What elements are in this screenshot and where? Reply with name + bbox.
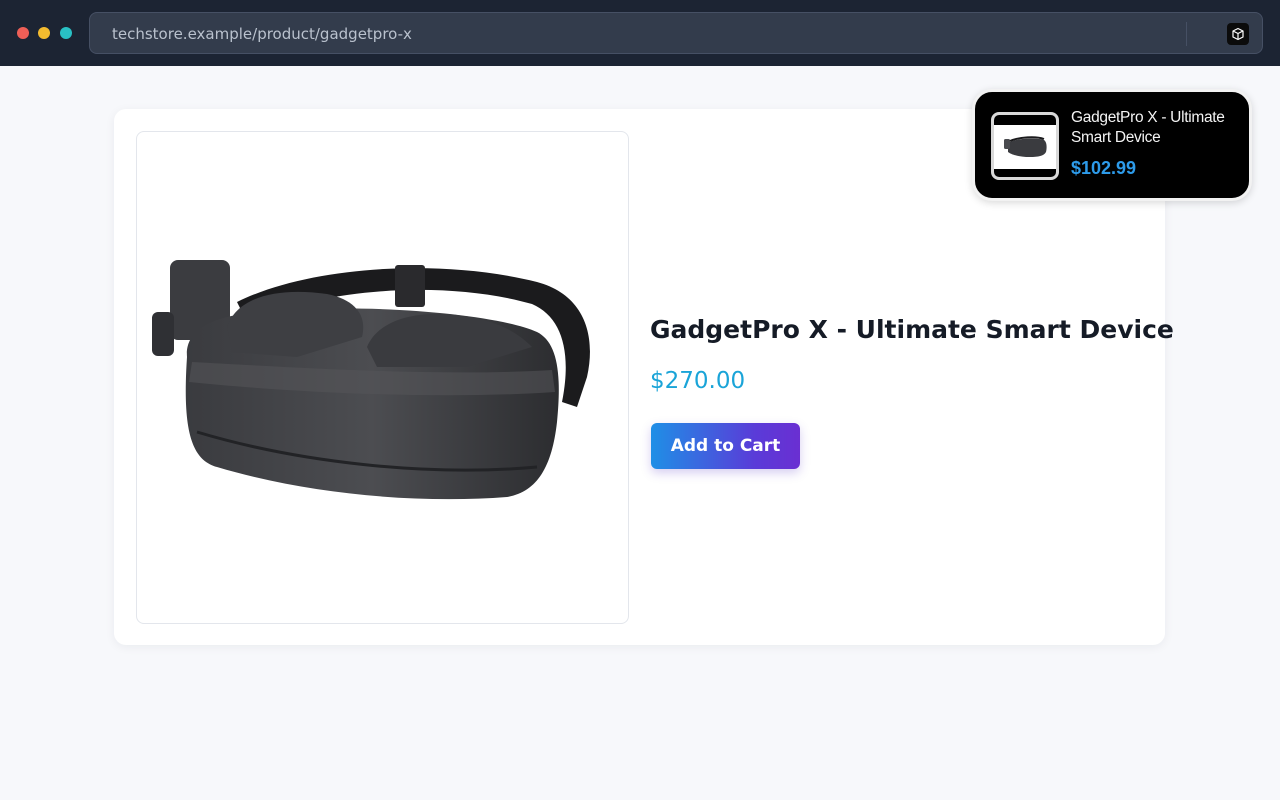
product-image (136, 131, 629, 624)
product-price: $270.00 (650, 368, 746, 394)
popup-product-title: GadgetPro X - Ultimate Smart Device (1071, 109, 1225, 146)
popup-product-thumbnail (991, 112, 1059, 180)
vr-headset-thumbnail-icon (1004, 136, 1047, 157)
add-to-cart-button[interactable]: Add to Cart (651, 423, 800, 469)
popup-product-price: $102.99 (1071, 158, 1137, 178)
cube-icon (1232, 27, 1244, 41)
url-text[interactable]: techstore.example/product/gadgetpro-x (112, 25, 412, 43)
product-title: GadgetPro X - Ultimate Smart Device (650, 315, 1174, 344)
product-popup[interactable]: GadgetPro X - Ultimate Smart Device $102… (972, 89, 1252, 201)
extension-button[interactable] (1227, 23, 1249, 45)
minimize-window-button[interactable] (38, 27, 50, 39)
thumbnail-bottom-bar (994, 169, 1056, 177)
browser-toolbar: techstore.example/product/gadgetpro-x (0, 0, 1280, 66)
maximize-window-button[interactable] (60, 27, 72, 39)
vr-headset-image (152, 260, 590, 500)
address-bar[interactable]: techstore.example/product/gadgetpro-x (89, 12, 1263, 54)
close-window-button[interactable] (17, 27, 29, 39)
address-bar-divider (1186, 22, 1187, 46)
